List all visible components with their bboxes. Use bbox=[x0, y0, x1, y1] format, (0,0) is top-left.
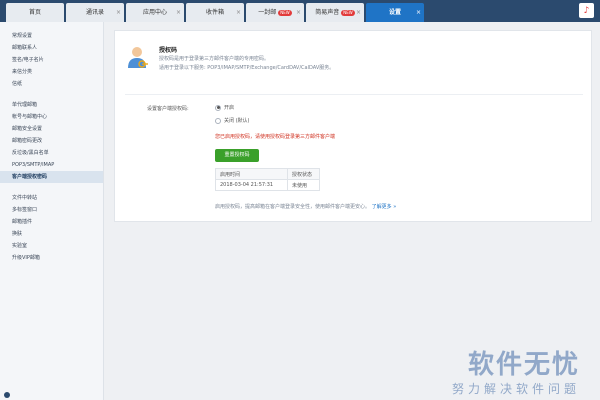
nav-tab-label: 通讯录 bbox=[85, 9, 104, 16]
watermark-title: 软件无忧 bbox=[467, 350, 580, 380]
table-row: 2018-03-04 21:57:31 未使用 bbox=[215, 179, 320, 191]
app-icon[interactable]: ♪ bbox=[579, 3, 594, 18]
nav-tab-label: 设置 bbox=[388, 9, 401, 16]
nav-tab-label: 一封邮 bbox=[258, 9, 277, 16]
sidebar-item[interactable]: 换肤 bbox=[0, 228, 103, 240]
table-cell-time: 2018-03-04 21:57:31 bbox=[215, 179, 288, 191]
close-icon[interactable]: × bbox=[236, 3, 241, 22]
watermark-subtitle: 努力解决软件问题 bbox=[451, 382, 580, 396]
nav-tab-label: 首页 bbox=[28, 9, 41, 16]
nav-tab-label: 简易声音 bbox=[315, 9, 340, 16]
user-key-icon bbox=[128, 47, 148, 68]
sidebar-item[interactable]: POP3/SMTP/IMAP bbox=[0, 159, 103, 171]
settings-sidebar: 常规设置 邮箱联系人 签名/电子名片 来信分类 信纸单代理邮箱 帐号与邮箱中心 邮箱安全设置… bbox=[0, 22, 104, 400]
status-dot bbox=[4, 392, 10, 398]
sidebar-group: 常规设置 邮箱联系人 签名/电子名片 来信分类 信纸 bbox=[0, 30, 103, 90]
new-badge: NEW bbox=[341, 9, 355, 16]
reset-auth-code-button[interactable]: 重置授权码 bbox=[215, 149, 259, 162]
sidebar-item[interactable]: 多标签窗口 bbox=[0, 204, 103, 216]
nav-tab-label: 应用中心 bbox=[142, 9, 167, 16]
new-badge: NEW bbox=[278, 9, 292, 16]
nav-tab-1[interactable]: 通讯录 × bbox=[66, 3, 124, 22]
sidebar-item[interactable]: 邮箱插件 bbox=[0, 216, 103, 228]
nav-tab-4[interactable]: 一封邮 NEW × bbox=[246, 3, 304, 22]
close-icon[interactable]: × bbox=[296, 3, 301, 22]
sidebar-item[interactable]: 反垃圾/黑白名单 bbox=[0, 147, 103, 159]
table-header-status: 授权状态 bbox=[287, 168, 320, 180]
footer-note: 启用授权码，提高邮箱在客户端登录安全性，使用邮件客户端更安心。 了解更多 » bbox=[215, 203, 396, 210]
radio-on-label: 开启 bbox=[224, 105, 235, 111]
sidebar-item[interactable]: 信纸 bbox=[0, 78, 103, 90]
sidebar-item[interactable]: 升级VIP邮箱 bbox=[0, 252, 103, 264]
panel-title: 授权码 bbox=[159, 47, 178, 54]
learn-more-link[interactable]: 了解更多 » bbox=[372, 204, 397, 210]
sidebar-item[interactable]: 邮箱安全设置 bbox=[0, 123, 103, 135]
top-navigation-bar: 首页 通讯录 × 应用中心 × 收件箱 × 一封邮 NEW × 简易声音 NEW × 设置 × bbox=[0, 0, 600, 22]
sidebar-group: 单代理邮箱 帐号与邮箱中心 邮箱安全设置 邮箱密码更改 反垃圾/黑白名单 POP3/SMT… bbox=[0, 99, 103, 183]
sidebar-item[interactable]: 邮箱联系人 bbox=[0, 42, 103, 54]
sidebar-item[interactable]: 来信分类 bbox=[0, 66, 103, 78]
radio-off-label: 关闭 (默认) bbox=[224, 118, 250, 124]
table-cell-status: 未使用 bbox=[287, 179, 320, 191]
nav-tab-2[interactable]: 应用中心 × bbox=[126, 3, 184, 22]
sidebar-item[interactable]: 文件中转站 bbox=[0, 192, 103, 204]
nav-tab-3[interactable]: 收件箱 × bbox=[186, 3, 244, 22]
auth-code-panel: 授权码 授权码是用于登录第三方邮件客户端的专用密码。 适用于登录以下服务: PO… bbox=[114, 30, 592, 222]
warning-message: 您已启用授权码，请使用授权码登录第三方邮件客户端 bbox=[215, 134, 336, 140]
sidebar-item[interactable]: 实验室 bbox=[0, 240, 103, 252]
close-icon[interactable]: × bbox=[176, 3, 181, 22]
table-header-time: 启用时间 bbox=[215, 168, 288, 180]
auth-code-on-option[interactable]: 开启 bbox=[215, 104, 234, 111]
nav-tab-0[interactable]: 首页 bbox=[6, 3, 64, 22]
nav-tab-5[interactable]: 简易声音 NEW × bbox=[306, 3, 364, 22]
auth-code-table: 启用时间 授权状态 2018-03-04 21:57:31 未使用 bbox=[215, 168, 320, 191]
sidebar-item[interactable]: 客户端授权密码 bbox=[0, 171, 103, 183]
nav-tab-label: 收件箱 bbox=[205, 9, 224, 16]
auth-code-setting-label: 设置客户端授权码: bbox=[147, 106, 189, 112]
sidebar-item[interactable]: 单代理邮箱 bbox=[0, 99, 103, 111]
footer-note-text: 启用授权码，提高邮箱在客户端登录安全性，使用邮件客户端更安心。 bbox=[215, 204, 371, 210]
close-icon[interactable]: × bbox=[356, 3, 361, 22]
sidebar-item[interactable]: 帐号与邮箱中心 bbox=[0, 111, 103, 123]
sidebar-group: 文件中转站 多标签窗口 邮箱插件 换肤 实验室 升级VIP邮箱 bbox=[0, 192, 103, 264]
nav-tab-6[interactable]: 设置 × bbox=[366, 3, 424, 22]
panel-description: 授权码是用于登录第三方邮件客户端的专用密码。 bbox=[159, 56, 270, 62]
close-icon[interactable]: × bbox=[416, 3, 421, 22]
auth-code-off-option[interactable]: 关闭 (默认) bbox=[215, 117, 250, 124]
panel-service-description: 适用于登录以下服务: POP3/IMAP/SMTP/Exchange/CardD… bbox=[159, 65, 335, 71]
watermark: 软件无忧 努力解决软件问题 bbox=[452, 350, 580, 397]
radio-off[interactable] bbox=[215, 117, 221, 124]
radio-on[interactable] bbox=[215, 104, 221, 111]
sidebar-item[interactable]: 常规设置 bbox=[0, 30, 103, 42]
panel-header: 授权码 授权码是用于登录第三方邮件客户端的专用密码。 适用于登录以下服务: PO… bbox=[125, 43, 583, 95]
sidebar-item[interactable]: 邮箱密码更改 bbox=[0, 135, 103, 147]
sidebar-item[interactable]: 签名/电子名片 bbox=[0, 54, 103, 66]
close-icon[interactable]: × bbox=[116, 3, 121, 22]
